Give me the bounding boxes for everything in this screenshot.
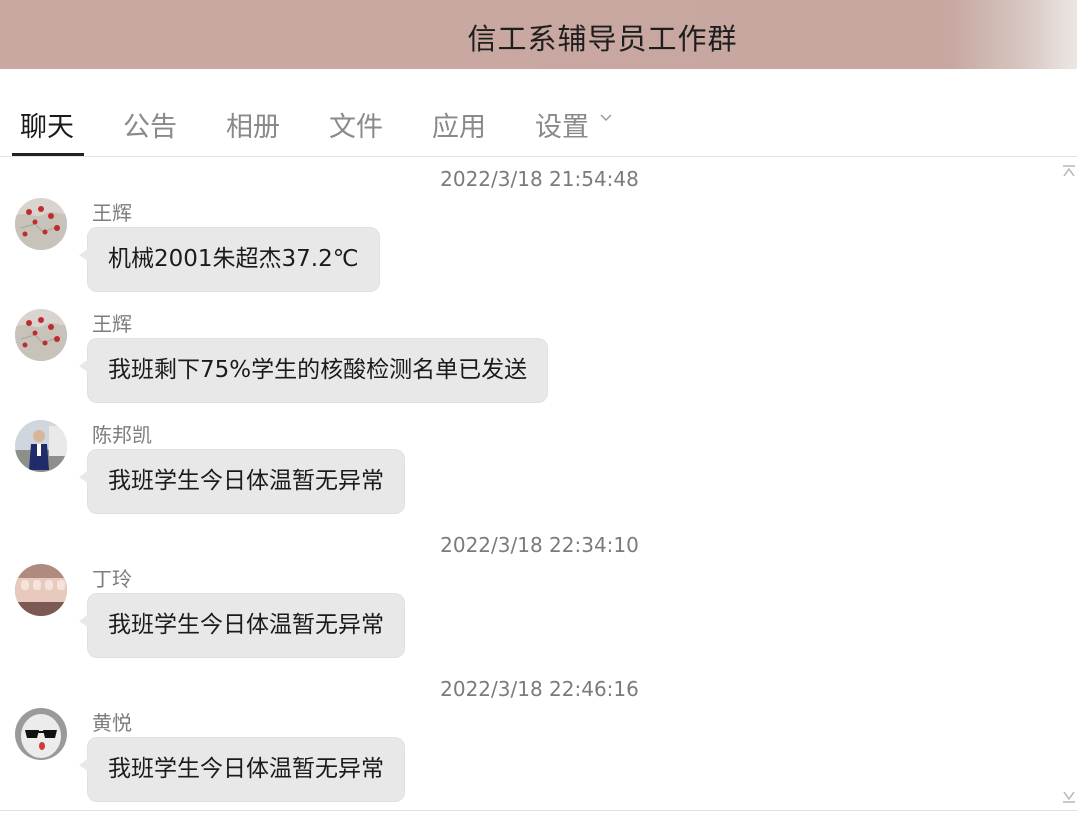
message-bubble[interactable]: 我班剩下75%学生的核酸检测名单已发送	[78, 339, 548, 402]
message-timestamp: 2022/3/18 22:34:10	[440, 533, 639, 557]
sender-name: 王辉	[92, 312, 132, 336]
group-chat-window: 信工系辅导员工作群 聊天 公告 相册 文件 应用 设置 2022/3/18 21…	[0, 0, 1077, 813]
chat-message-list[interactable]: 2022/3/18 21:54:48 王辉 机械2001朱超杰37.2℃ 王辉 …	[0, 158, 1077, 810]
tab-apps[interactable]: 应用	[432, 105, 486, 144]
sender-avatar[interactable]	[15, 564, 67, 616]
message-timestamp: 2022/3/18 21:54:48	[440, 167, 639, 191]
sender-name: 丁玲	[92, 567, 132, 591]
person-avatar-icon	[15, 420, 67, 472]
tab-files[interactable]: 文件	[329, 105, 383, 144]
active-tab-indicator	[12, 153, 84, 156]
sunglasses-avatar-icon	[15, 708, 67, 760]
tab-album[interactable]: 相册	[226, 105, 280, 144]
sender-avatar[interactable]	[15, 708, 67, 760]
scroll-to-bottom-icon[interactable]	[1061, 790, 1077, 804]
chevron-down-icon[interactable]	[600, 112, 612, 124]
input-divider	[0, 810, 1077, 811]
message-timestamp: 2022/3/18 22:46:16	[440, 677, 639, 701]
title-bar: 信工系辅导员工作群	[0, 0, 1077, 69]
group-title: 信工系辅导员工作群	[467, 22, 738, 56]
sender-avatar[interactable]	[15, 420, 67, 472]
hands-avatar-icon	[15, 564, 67, 616]
tab-announcements[interactable]: 公告	[123, 105, 177, 144]
tab-chat[interactable]: 聊天	[20, 105, 74, 144]
message-bubble[interactable]: 我班学生今日体温暂无异常	[79, 738, 404, 801]
message-bubble[interactable]: 我班学生今日体温暂无异常	[79, 594, 404, 657]
sender-name: 陈邦凯	[92, 423, 152, 447]
sender-avatar[interactable]	[15, 309, 67, 361]
tab-settings[interactable]: 设置	[535, 105, 589, 144]
map-avatar-icon	[15, 198, 67, 250]
message-bubble[interactable]: 我班学生今日体温暂无异常	[79, 450, 404, 513]
sender-name: 黄悦	[92, 711, 132, 735]
message-bubble[interactable]: 机械2001朱超杰37.2℃	[79, 228, 379, 291]
sender-name: 王辉	[92, 201, 132, 225]
tab-bar: 聊天 公告 相册 文件 应用 设置	[0, 69, 1077, 157]
sender-avatar[interactable]	[15, 198, 67, 250]
map-avatar-icon	[15, 309, 67, 361]
